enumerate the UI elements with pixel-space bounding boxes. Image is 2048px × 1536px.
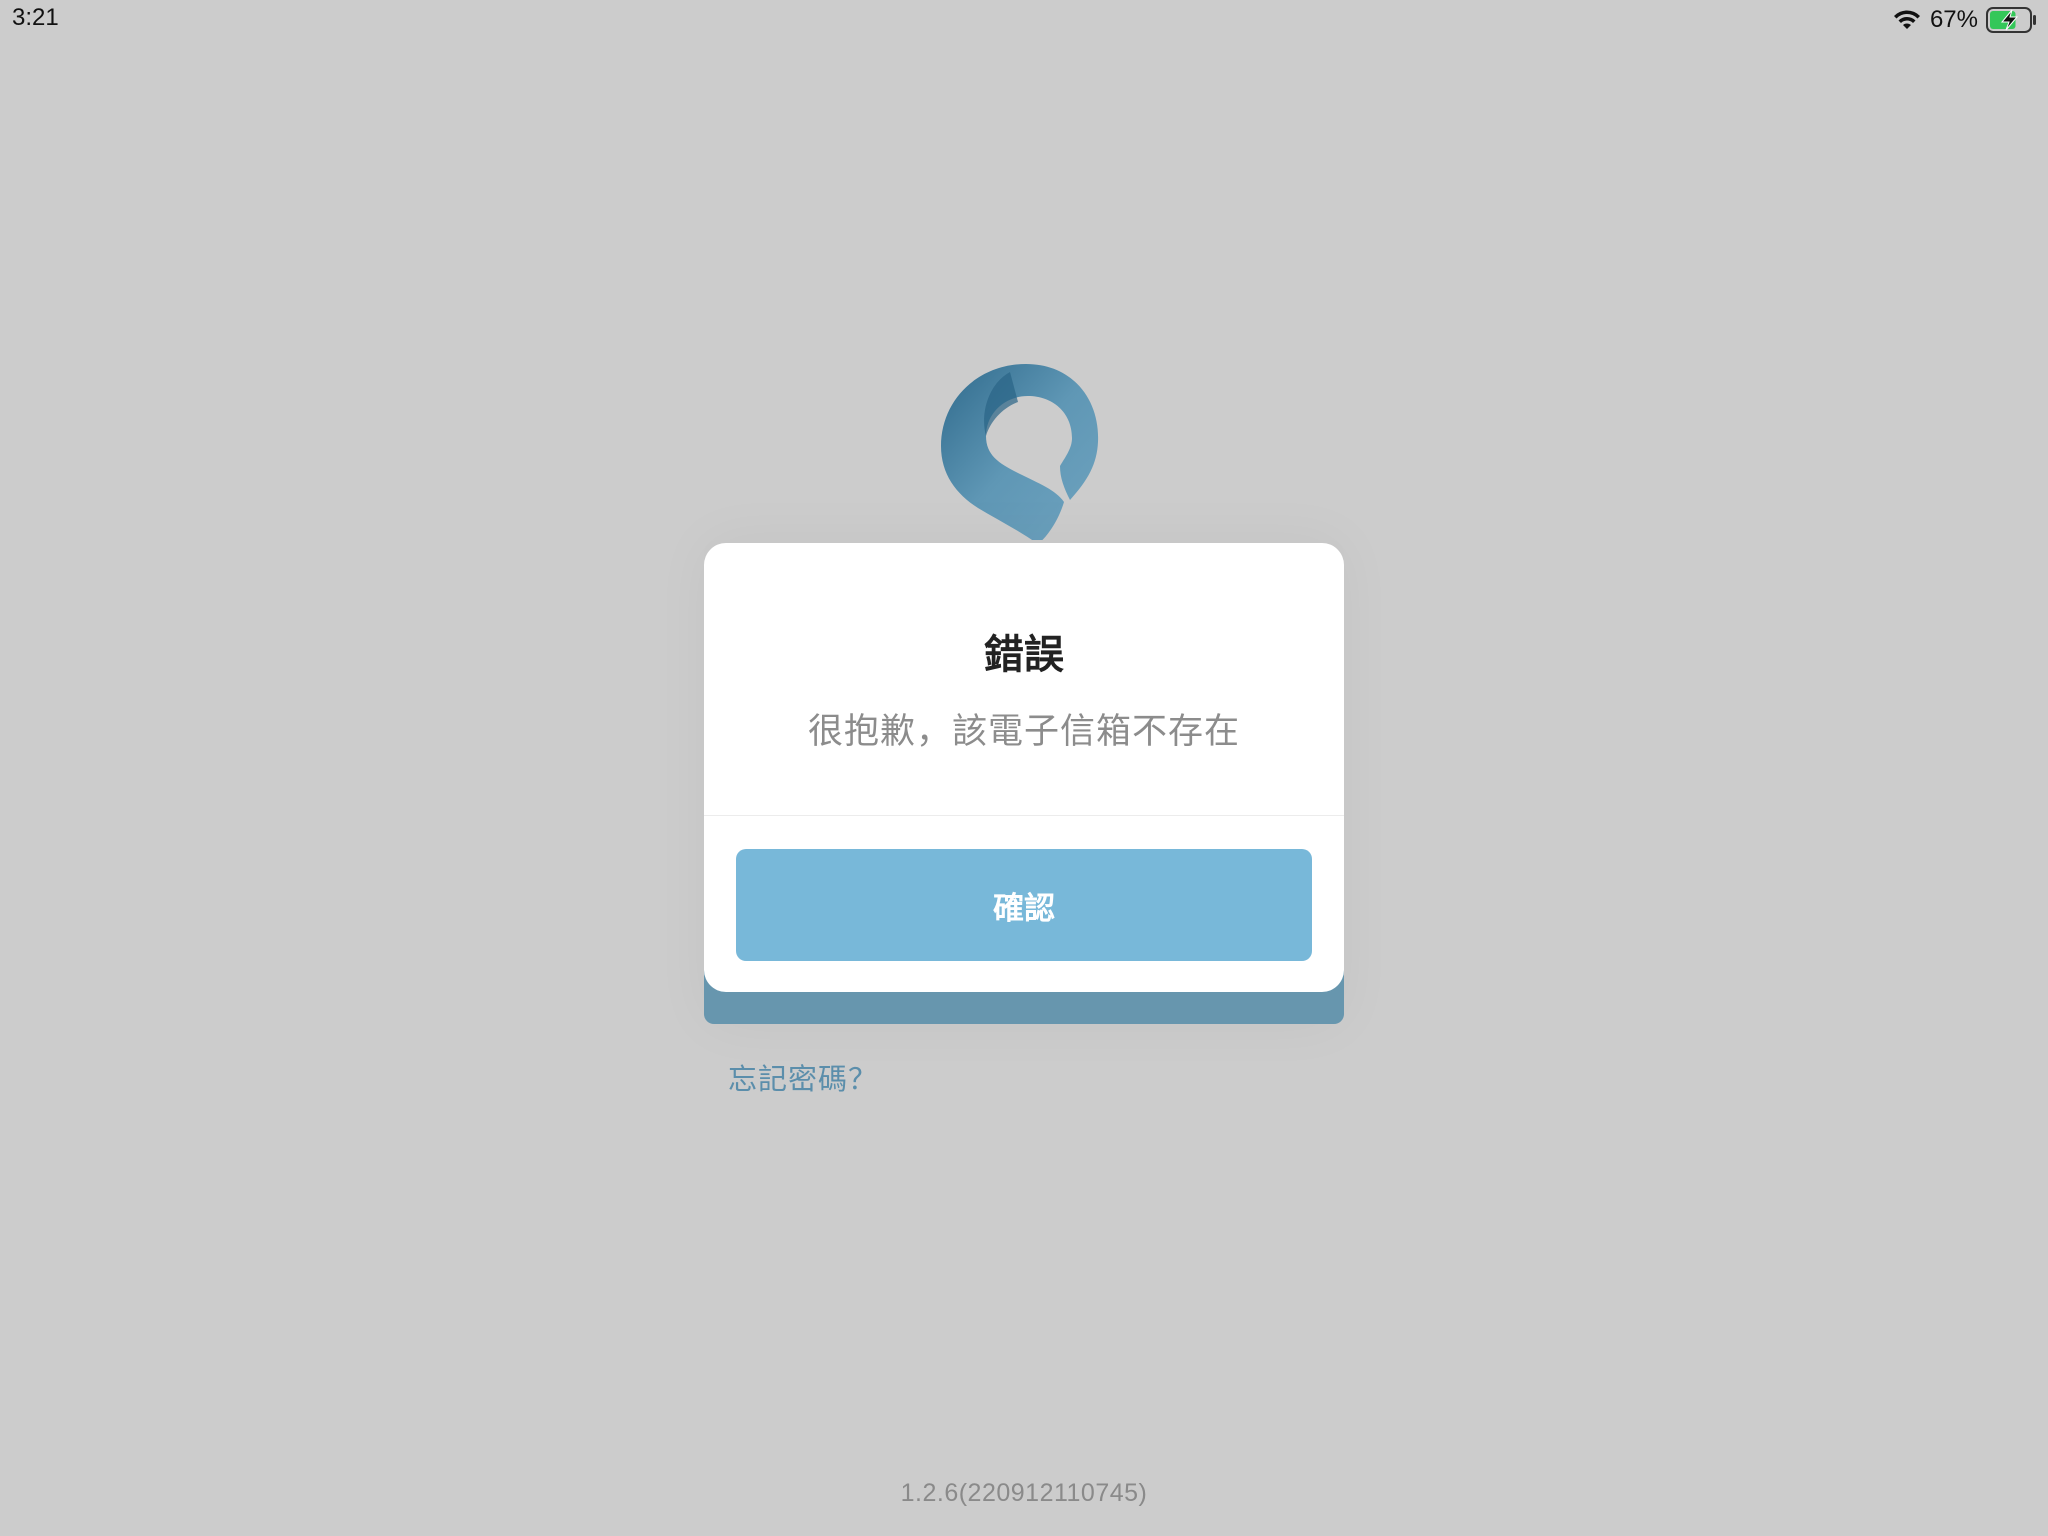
dialog-divider	[704, 815, 1344, 816]
app-version: 1.2.6(220912110745)	[900, 1479, 1148, 1507]
status-bar: 3:21 67%	[0, 0, 2048, 40]
battery-percent: 67%	[1929, 6, 1978, 33]
wifi-icon	[1893, 10, 1920, 29]
error-dialog: 錯誤 很抱歉，該電子信箱不存在 確認	[704, 543, 1344, 992]
status-time: 3:21	[12, 4, 59, 31]
forgot-password-link[interactable]: 忘記密碼？	[728, 1056, 878, 1098]
status-indicators: 67%	[1892, 4, 2038, 36]
battery-charging-icon	[1986, 7, 2036, 33]
brand-logo-icon	[941, 364, 1099, 544]
dialog-message: 很抱歉，該電子信箱不存在	[807, 712, 1240, 752]
confirm-button[interactable]: 確認	[736, 849, 1312, 961]
dialog-title: 錯誤	[984, 632, 1064, 678]
